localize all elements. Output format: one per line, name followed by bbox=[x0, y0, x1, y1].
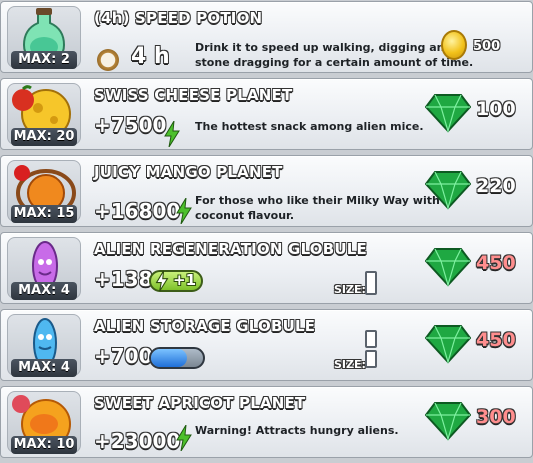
shop-item-alien-regeneration-globule[interactable]: MAX: 4 ALIEN REGENERATION GLOBULE +138 +… bbox=[0, 232, 533, 304]
size-label: SIZE: bbox=[334, 283, 366, 296]
item-price: 100 bbox=[476, 98, 516, 120]
size-indicator bbox=[365, 350, 377, 368]
item-description: Drink it to speed up walking, digging an… bbox=[195, 41, 474, 69]
item-title: SWISS CHEESE PLANET bbox=[94, 86, 293, 104]
gem-icon bbox=[425, 94, 471, 133]
item-energy-value: +7500 bbox=[94, 113, 167, 137]
item-description: The hottest snack among alien mice. bbox=[195, 120, 424, 133]
gem-icon bbox=[425, 402, 471, 441]
max-badge: MAX: 10 bbox=[11, 436, 77, 454]
item-price: 220 bbox=[476, 175, 516, 197]
item-description: For those who like their Milky Way with … bbox=[195, 194, 452, 222]
item-price: 300 bbox=[476, 406, 516, 428]
shop-item-swiss-cheese-planet[interactable]: MAX: 20 SWISS CHEESE PLANET +7500 The ho… bbox=[0, 78, 533, 150]
item-storage-value: +700 bbox=[94, 344, 153, 368]
gem-icon bbox=[425, 171, 471, 210]
energy-bolt-icon bbox=[155, 270, 169, 292]
item-price: 500 bbox=[473, 39, 501, 54]
energy-bolt-icon bbox=[164, 121, 180, 147]
max-badge: MAX: 20 bbox=[11, 128, 77, 146]
item-duration: 4 h bbox=[131, 44, 170, 69]
item-title: ALIEN STORAGE GLOBULE bbox=[94, 317, 316, 335]
item-energy-value: +16800 bbox=[94, 199, 181, 223]
size-indicator bbox=[365, 330, 377, 348]
shop-item-speed-potion[interactable]: MAX: 2 (4h) SPEED POTION 4 h Drink it to… bbox=[0, 1, 533, 73]
clock-icon bbox=[97, 49, 119, 71]
shop-list: MAX: 2 (4h) SPEED POTION 4 h Drink it to… bbox=[0, 0, 533, 463]
item-title: JUICY MANGO PLANET bbox=[94, 163, 283, 181]
item-energy-value: +23000 bbox=[94, 429, 181, 453]
shop-item-alien-storage-globule[interactable]: MAX: 4 ALIEN STORAGE GLOBULE +700 SIZE: … bbox=[0, 309, 533, 381]
storage-bar-fill bbox=[151, 349, 187, 367]
item-title: SWEET APRICOT PLANET bbox=[94, 394, 306, 412]
item-price: 450 bbox=[476, 252, 516, 274]
size-label: SIZE: bbox=[334, 358, 366, 371]
max-badge: MAX: 4 bbox=[11, 282, 77, 300]
energy-bolt-icon bbox=[176, 425, 192, 451]
size-indicator bbox=[365, 271, 377, 295]
item-title: (4h) SPEED POTION bbox=[94, 9, 263, 27]
max-badge: MAX: 2 bbox=[11, 51, 77, 69]
gem-icon bbox=[425, 248, 471, 287]
regeneration-value: +1 bbox=[173, 271, 197, 289]
energy-bolt-icon bbox=[176, 198, 192, 224]
max-badge: MAX: 4 bbox=[11, 359, 77, 377]
max-badge: MAX: 15 bbox=[11, 205, 77, 223]
item-price: 450 bbox=[476, 329, 516, 351]
item-energy-value: +138 bbox=[94, 267, 153, 291]
coin-icon bbox=[441, 30, 467, 60]
item-description: Warning! Attracts hungry aliens. bbox=[195, 424, 399, 437]
shop-item-sweet-apricot-planet[interactable]: MAX: 10 SWEET APRICOT PLANET +23000 Warn… bbox=[0, 386, 533, 458]
gem-icon bbox=[425, 325, 471, 364]
shop-item-juicy-mango-planet[interactable]: MAX: 15 JUICY MANGO PLANET +16800 For th… bbox=[0, 155, 533, 227]
item-title: ALIEN REGENERATION GLOBULE bbox=[94, 240, 367, 258]
